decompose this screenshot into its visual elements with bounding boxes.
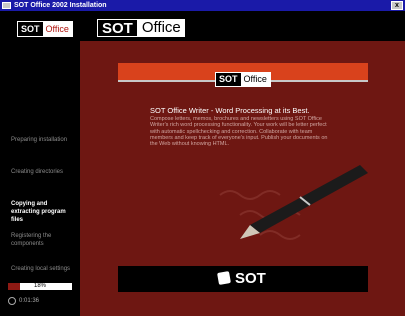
header-logo-brand: SOT	[97, 19, 138, 37]
window-titlebar: SOT Office 2002 Installation x	[0, 0, 405, 11]
install-progress-bar: 18%	[8, 283, 72, 290]
bottom-banner: SOT	[118, 266, 368, 292]
sidebar-logo: SOT Office	[17, 21, 73, 37]
step-registering-components: Registering the components	[11, 233, 52, 247]
window-title: SOT Office 2002 Installation	[14, 2, 107, 9]
feature-description: Compose letters, memos, brochures and ne…	[150, 116, 328, 148]
close-button[interactable]: x	[391, 1, 403, 10]
header-logo: SOT Office	[97, 19, 185, 37]
step-creating-directories: Creating directories	[11, 169, 64, 175]
pen-illustration	[219, 165, 368, 240]
bottom-brand: SOT	[235, 270, 266, 287]
step-copying-files: Copying and extracting program files	[11, 201, 66, 223]
banner-logo: SOT Office	[215, 72, 271, 87]
logo-brand: SOT	[18, 22, 43, 36]
step-preparing-installation: Preparing installation	[11, 137, 68, 143]
banner-logo-product: Office	[243, 74, 267, 84]
feature-headline: SOT Office Writer - Word Processing at i…	[150, 106, 310, 115]
sot-emblem-icon	[217, 271, 231, 285]
banner-logo-brand: SOT	[216, 73, 241, 86]
step-creating-local-settings: Creating local settings	[11, 266, 71, 272]
logo-product: Office	[45, 24, 69, 34]
header-logo-product: Office	[141, 19, 181, 36]
progress-percent: 18%	[33, 283, 46, 289]
clock-icon	[8, 297, 16, 305]
app-icon	[2, 2, 11, 9]
elapsed-time: 0:01:36	[19, 298, 40, 304]
header: SOT Office	[80, 11, 405, 41]
